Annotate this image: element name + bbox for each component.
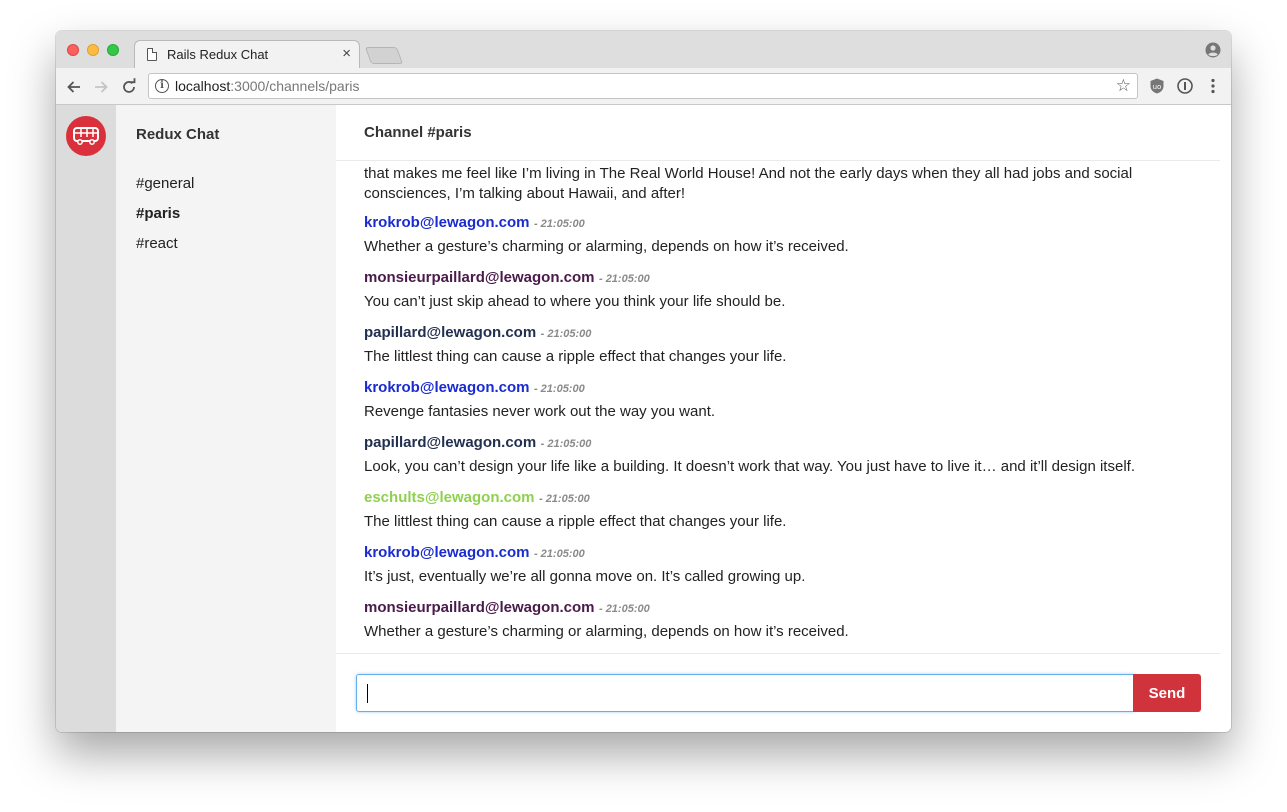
- message-list[interactable]: that makes me feel like I’m living in Th…: [336, 161, 1220, 653]
- reload-icon[interactable]: [119, 77, 139, 97]
- message-author[interactable]: monsieurpaillard@lewagon.com: [364, 269, 595, 286]
- message-time: - 21:05:00: [540, 438, 592, 450]
- message: monsieurpaillard@lewagon.com - 21:05:00 …: [364, 599, 1209, 642]
- message: papillard@lewagon.com - 21:05:00 Look, y…: [364, 434, 1209, 477]
- star-icon[interactable]: ☆: [1116, 76, 1131, 96]
- message-text: Whether a gesture’s charming or alarming…: [364, 623, 849, 640]
- svg-text:uo: uo: [1153, 83, 1162, 91]
- message-author[interactable]: papillard@lewagon.com: [364, 434, 536, 451]
- info-extension-icon[interactable]: [1176, 77, 1194, 95]
- message-text: It’s just, eventually we’re all gonna mo…: [364, 568, 806, 585]
- send-button[interactable]: Send: [1133, 674, 1201, 712]
- message: krokrob@lewagon.com - 21:05:00 Revenge f…: [364, 379, 1209, 422]
- back-icon[interactable]: [64, 77, 84, 97]
- channel-item-general[interactable]: #general: [136, 175, 194, 192]
- message-text: Look, you can’t design your life like a …: [364, 458, 1135, 475]
- url-path: :3000/channels/paris: [230, 78, 360, 94]
- info-icon[interactable]: i: [155, 79, 169, 93]
- message: krokrob@lewagon.com - 21:05:00 It’s just…: [364, 544, 1209, 587]
- message-time: - 21:05:00: [598, 603, 650, 615]
- channel-main: Channel #paris that makes me feel like I…: [336, 105, 1231, 732]
- page-icon: [147, 48, 157, 61]
- message-author[interactable]: monsieurpaillard@lewagon.com: [364, 599, 595, 616]
- close-window-button[interactable]: [67, 44, 79, 56]
- chat-app: Redux Chat #general #paris #react Channe…: [56, 105, 1231, 732]
- message-time: - 21:05:00: [538, 493, 590, 505]
- message-author[interactable]: krokrob@lewagon.com: [364, 214, 530, 231]
- message-author[interactable]: papillard@lewagon.com: [364, 324, 536, 341]
- profile-icon[interactable]: [1205, 42, 1221, 58]
- channel-item-react[interactable]: #react: [136, 235, 178, 252]
- message-text: The littlest thing can cause a ripple ef…: [364, 513, 787, 530]
- message: krokrob@lewagon.com - 21:05:00 Whether a…: [364, 214, 1209, 257]
- message-time: - 21:05:00: [598, 273, 650, 285]
- close-icon[interactable]: ×: [342, 45, 351, 62]
- composer-divider: [336, 653, 1220, 654]
- shield-extension-icon[interactable]: uo: [1148, 77, 1166, 95]
- forward-icon[interactable]: [91, 77, 111, 97]
- message-text: Whether a gesture’s charming or alarming…: [364, 238, 849, 255]
- message-time: - 21:05:00: [533, 218, 585, 230]
- bus-logo-icon[interactable]: [66, 116, 106, 156]
- message-time: - 21:05:00: [533, 383, 585, 395]
- url-host: localhost: [175, 78, 231, 94]
- message-author[interactable]: krokrob@lewagon.com: [364, 379, 530, 396]
- app-brand: Redux Chat: [136, 126, 220, 143]
- channel-item-paris[interactable]: #paris: [136, 205, 180, 222]
- channel-title: Channel #paris: [364, 124, 472, 141]
- new-tab-button[interactable]: [364, 47, 404, 64]
- message-input[interactable]: [356, 674, 1134, 712]
- message-author[interactable]: eschults@lewagon.com: [364, 489, 535, 506]
- tab-strip: Rails Redux Chat ×: [56, 31, 1231, 68]
- minimize-window-button[interactable]: [87, 44, 99, 56]
- message-time: - 21:05:00: [533, 548, 585, 560]
- message: monsieurpaillard@lewagon.com - 21:05:00 …: [364, 269, 1209, 312]
- url-text: localhost:3000/channels/paris: [175, 78, 359, 94]
- menu-icon[interactable]: [1204, 77, 1222, 95]
- message: papillard@lewagon.com - 21:05:00 The lit…: [364, 324, 1209, 367]
- message-time: - 21:05:00: [540, 328, 592, 340]
- browser-window: Rails Redux Chat × i localhost:3000/chan…: [56, 31, 1231, 732]
- address-bar[interactable]: i localhost:3000/channels/paris ☆: [148, 73, 1138, 99]
- text-caret: [367, 684, 368, 703]
- partial-message-text: that makes me feel like I’m living in Th…: [364, 165, 1133, 202]
- organization-rail: [56, 105, 116, 732]
- maximize-window-button[interactable]: [107, 44, 119, 56]
- message-text: Revenge fantasies never work out the way…: [364, 403, 716, 420]
- channel-sidebar: Redux Chat #general #paris #react: [116, 105, 336, 732]
- message-author[interactable]: krokrob@lewagon.com: [364, 544, 530, 561]
- message-text: The littlest thing can cause a ripple ef…: [364, 348, 787, 365]
- browser-toolbar: i localhost:3000/channels/paris ☆ uo: [56, 68, 1231, 105]
- window-controls: [67, 44, 119, 56]
- browser-tab[interactable]: Rails Redux Chat ×: [134, 40, 360, 68]
- message: eschults@lewagon.com - 21:05:00 The litt…: [364, 489, 1209, 532]
- message-text: You can’t just skip ahead to where you t…: [364, 293, 786, 310]
- tab-title: Rails Redux Chat: [167, 47, 269, 62]
